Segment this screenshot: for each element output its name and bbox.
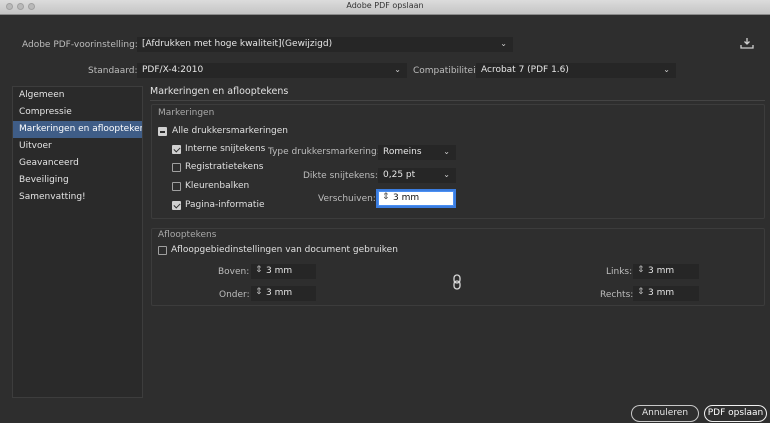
- color-bars-label: Kleurenbalken: [185, 181, 250, 191]
- bleed-bottom-field[interactable]: ⇕ 3 mm: [251, 286, 316, 301]
- trim-weight-select[interactable]: 0,25 pt ⌄: [378, 168, 456, 183]
- sidebar-item-algemeen[interactable]: Algemeen: [13, 87, 142, 104]
- bleed-right-label: Rechts:: [600, 290, 634, 300]
- panel-title: Markeringen en aflooptekens: [150, 86, 289, 97]
- use-document-bleed-label: Afloopgebiedinstellingen van document ge…: [171, 245, 398, 255]
- save-preset-icon[interactable]: [740, 37, 754, 49]
- link-chain-icon[interactable]: [452, 274, 462, 290]
- sidebar-item-samenvatting[interactable]: Samenvatting!: [13, 189, 142, 206]
- page-info-checkbox[interactable]: [172, 201, 181, 210]
- sidebar-item-geavanceerd[interactable]: Geavanceerd: [13, 155, 142, 172]
- stepper-icon[interactable]: ⇕: [255, 287, 263, 297]
- sidebar-item-markeringen[interactable]: Markeringen en aflooptekens: [13, 121, 142, 138]
- sidebar-item-compressie[interactable]: Compressie: [13, 104, 142, 121]
- stepper-icon[interactable]: ⇕: [637, 287, 645, 297]
- window-title: Adobe PDF opslaan: [346, 1, 424, 10]
- sidebar-item-uitvoer[interactable]: Uitvoer: [13, 138, 142, 155]
- offset-value: 3 mm: [393, 193, 420, 203]
- save-pdf-button[interactable]: PDF opslaan: [704, 405, 767, 422]
- chevron-down-icon: ⌄: [394, 65, 401, 74]
- chevron-down-icon: ⌄: [443, 147, 450, 156]
- bleed-right-field[interactable]: ⇕ 3 mm: [633, 286, 699, 301]
- preset-value: [Afdrukken met hoge kwaliteit](Gewijzigd…: [142, 39, 333, 49]
- bleed-top-label: Boven:: [218, 267, 250, 277]
- preset-select[interactable]: [Afdrukken met hoge kwaliteit](Gewijzigd…: [137, 37, 513, 52]
- registration-marks-label: Registratietekens: [185, 162, 264, 172]
- compatibility-select[interactable]: Acrobat 7 (PDF 1.6) ⌄: [476, 63, 676, 78]
- bleed-left-label: Links:: [606, 267, 633, 277]
- all-marks-label: Alle drukkersmarkeringen: [172, 126, 288, 136]
- window-titlebar: Adobe PDF opslaan: [0, 0, 770, 15]
- bleed-left-field[interactable]: ⇕ 3 mm: [633, 264, 699, 279]
- cancel-button[interactable]: Annuleren: [631, 405, 699, 422]
- mark-type-label: Type drukkersmarkering:: [268, 147, 380, 157]
- bleed-top-field[interactable]: ⇕ 3 mm: [251, 264, 316, 279]
- preset-label: Adobe PDF-voorinstelling:: [22, 40, 138, 50]
- all-marks-checkbox[interactable]: [158, 127, 167, 136]
- compatibility-label: Compatibiliteit:: [413, 66, 483, 76]
- bleeds-group-title: Aflooptekens: [158, 230, 217, 240]
- trim-marks-label: Interne snijtekens: [185, 144, 266, 154]
- mark-type-select[interactable]: Romeins ⌄: [378, 145, 456, 160]
- offset-label: Verschuiven:: [318, 194, 376, 204]
- bleed-bottom-value: 3 mm: [266, 288, 293, 298]
- category-sidebar: Algemeen Compressie Markeringen en afloo…: [12, 86, 143, 398]
- standard-label: Standaard:: [88, 66, 138, 76]
- registration-marks-checkbox[interactable]: [172, 163, 181, 172]
- stepper-icon[interactable]: ⇕: [637, 265, 645, 275]
- trim-weight-label: Dikte snijtekens:: [303, 171, 378, 181]
- trim-marks-checkbox[interactable]: [172, 145, 181, 154]
- standard-value: PDF/X-4:2010: [142, 65, 204, 75]
- bleed-bottom-label: Onder:: [219, 290, 250, 300]
- panel-divider: [150, 100, 765, 101]
- chevron-down-icon: ⌄: [443, 170, 450, 179]
- chevron-down-icon: ⌄: [500, 39, 507, 48]
- use-document-bleed-checkbox[interactable]: [158, 246, 167, 255]
- sidebar-item-beveiliging[interactable]: Beveiliging: [13, 172, 142, 189]
- trim-weight-value: 0,25 pt: [383, 170, 416, 180]
- chevron-down-icon: ⌄: [663, 65, 670, 74]
- stepper-icon[interactable]: ⇕: [382, 192, 390, 202]
- marks-group-title: Markeringen: [158, 108, 215, 118]
- page-info-label: Pagina-informatie: [185, 200, 265, 210]
- color-bars-checkbox[interactable]: [172, 182, 181, 191]
- stepper-icon[interactable]: ⇕: [255, 265, 263, 275]
- bleed-left-value: 3 mm: [648, 266, 675, 276]
- standard-select[interactable]: PDF/X-4:2010 ⌄: [137, 63, 407, 78]
- bleed-top-value: 3 mm: [266, 266, 293, 276]
- offset-field[interactable]: ⇕ 3 mm: [378, 191, 454, 206]
- mark-type-value: Romeins: [383, 147, 422, 157]
- compatibility-value: Acrobat 7 (PDF 1.6): [481, 65, 569, 75]
- bleed-right-value: 3 mm: [648, 288, 675, 298]
